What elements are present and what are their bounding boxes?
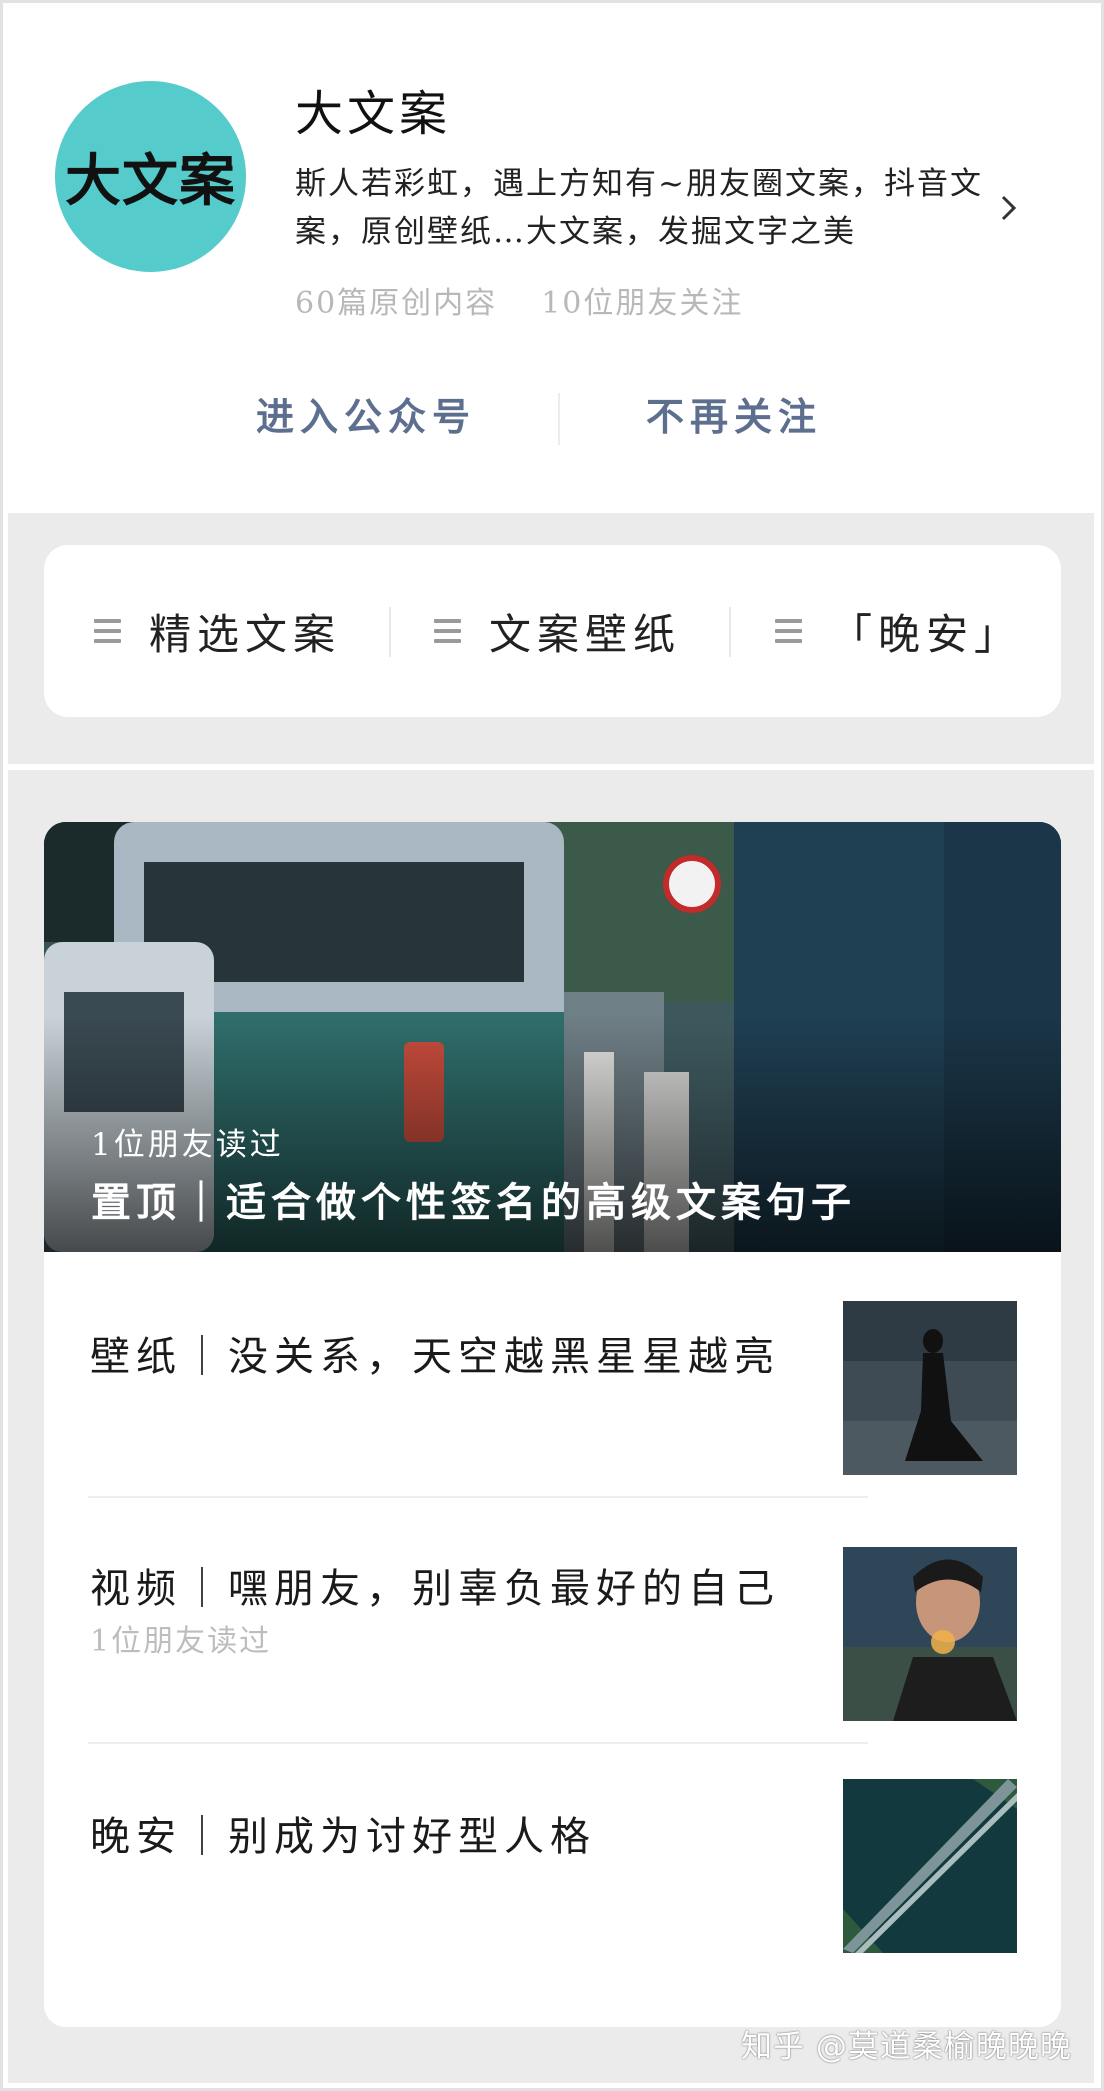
hamburger-icon (775, 619, 802, 643)
article-title: 晚安｜别成为讨好型人格 (90, 1814, 596, 1860)
article-title: 壁纸｜没关系，天空越黑星星越亮 (90, 1334, 780, 1380)
article-read-by: 1位朋友读过 (90, 1624, 272, 1659)
action-divider (558, 393, 560, 445)
account-name[interactable]: 大文案 (295, 74, 451, 144)
featured-read-by: 1位朋友读过 (91, 1127, 284, 1163)
hamburger-icon (94, 619, 121, 643)
article-thumbnail (843, 1547, 1017, 1721)
menu-item-wallpapers[interactable]: 文案壁纸 (434, 545, 681, 717)
account-menu: 精选文案 文案壁纸 「晚安」 (44, 545, 1061, 717)
avatar-text: 大文案 (65, 149, 236, 214)
menu-item-selected-copy[interactable]: 精选文案 (94, 545, 341, 717)
menu-item-label: 「晚安」 (830, 609, 1023, 659)
chevron-right-icon[interactable] (998, 193, 1020, 223)
unfollow-button[interactable]: 不再关注 (646, 386, 822, 441)
article-thumbnail (843, 1779, 1017, 1953)
article-list-band: 1位朋友读过 置顶｜适合做个性签名的高级文案句子 壁纸｜没关系，天空越黑星星越亮… (8, 770, 1094, 2083)
account-stats: 60篇原创内容 10位朋友关注 (295, 278, 743, 322)
enter-account-button[interactable]: 进入公众号 (256, 386, 476, 441)
menu-divider (729, 607, 731, 657)
featured-title: 置顶｜适合做个性签名的高级文案句子 (91, 1179, 856, 1226)
menu-band: 精选文案 文案壁纸 「晚安」 (8, 513, 1094, 764)
article-thumbnail (843, 1301, 1017, 1475)
account-profile: 大文案 大文案 斯人若彩虹，遇上方知有~朋友圈文案，抖音文案，原创壁纸…大文案，… (8, 8, 1094, 513)
featured-article[interactable]: 1位朋友读过 置顶｜适合做个性签名的高级文案句子 (44, 822, 1061, 1252)
friends-following: 10位朋友关注 (541, 286, 744, 321)
account-description[interactable]: 斯人若彩虹，遇上方知有~朋友圈文案，抖音文案，原创壁纸…大文案，发掘文字之美 (295, 160, 1005, 256)
menu-item-label: 精选文案 (149, 609, 342, 659)
article-item[interactable]: 壁纸｜没关系，天空越黑星星越亮 (44, 1252, 1061, 1498)
menu-item-good-night[interactable]: 「晚安」 (775, 545, 1022, 717)
article-list: 1位朋友读过 置顶｜适合做个性签名的高级文案句子 壁纸｜没关系，天空越黑星星越亮… (44, 822, 1061, 2027)
menu-divider (389, 607, 391, 657)
hamburger-icon (434, 619, 461, 643)
article-title: 视频｜嘿朋友，别辜负最好的自己 (90, 1566, 780, 1612)
article-item[interactable]: 晚安｜别成为讨好型人格 (44, 1744, 1061, 1990)
watermark-text: 知乎 @莫道桑榆晚晚晚 (741, 2029, 1072, 2065)
account-avatar[interactable]: 大文案 (55, 81, 246, 272)
article-item[interactable]: 视频｜嘿朋友，别辜负最好的自己 1位朋友读过 (44, 1498, 1061, 1744)
menu-item-label: 文案壁纸 (489, 609, 682, 659)
original-count: 60篇原创内容 (295, 286, 498, 321)
